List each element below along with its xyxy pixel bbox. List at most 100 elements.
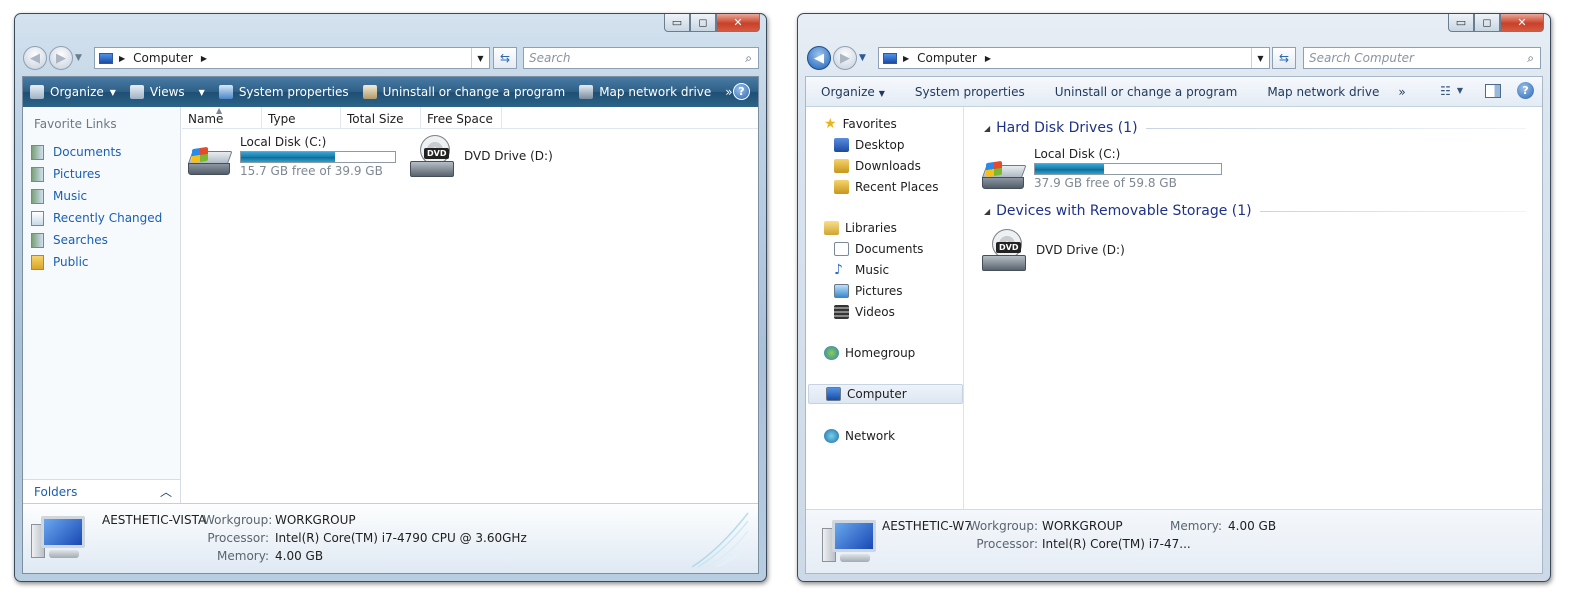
address-dropdown-button[interactable]: ▼ [471, 48, 489, 68]
favorite-link-recently-changed[interactable]: Recently Changed [31, 207, 162, 229]
maximize-button[interactable]: ◻ [690, 14, 716, 32]
column-header-name[interactable]: ▲ Name [182, 106, 262, 128]
breadcrumb-separator-icon[interactable]: ▶ [119, 54, 125, 63]
nav-recent-places[interactable]: Recent Places [834, 177, 938, 197]
search-icon[interactable]: ⌕ [1527, 51, 1534, 66]
chevron-up-icon: ︿ [159, 485, 172, 499]
drive-item-dvd[interactable]: DVD DVD Drive (D:) [410, 135, 553, 179]
nav-computer[interactable]: Computer [808, 384, 963, 404]
explorer-client-area: Organize ▼ System properties Uninstall or… [805, 76, 1543, 574]
search-input[interactable]: Search ⌕ [523, 47, 759, 69]
documents-icon [31, 144, 44, 160]
drive-name: DVD Drive (D:) [464, 149, 553, 163]
address-dropdown-button[interactable]: ▼ [1251, 48, 1269, 68]
forward-button[interactable]: ▶ [833, 46, 857, 70]
toolbar-overflow-button[interactable]: » [1394, 85, 1409, 99]
network-icon [824, 429, 839, 443]
drive-item-dvd[interactable]: DVD DVD Drive (D:) [982, 229, 1125, 273]
uninstall-program-button[interactable]: Uninstall or change a program [356, 85, 573, 99]
breadcrumb-arrow-icon[interactable]: ▶ [201, 54, 207, 63]
forward-button[interactable]: ▶ [49, 46, 73, 70]
workgroup-label: Workgroup: [968, 519, 1038, 533]
help-button[interactable]: ? [733, 83, 750, 100]
column-label: Type [268, 112, 296, 126]
help-button[interactable]: ? [1517, 82, 1534, 99]
close-button[interactable]: ✕ [1500, 14, 1544, 32]
nav-documents[interactable]: Documents [834, 239, 923, 259]
close-button[interactable]: ✕ [716, 14, 760, 32]
back-button[interactable]: ◀ [23, 46, 47, 70]
minimize-button[interactable]: ▭ [664, 14, 690, 32]
workgroup-value: WORKGROUP [275, 513, 356, 527]
recent-pages-dropdown[interactable]: ▼ [859, 53, 866, 63]
folders-toggle[interactable]: Folders ︿ [23, 479, 180, 503]
caption-buttons: ▭ ◻ ✕ [664, 14, 760, 32]
uninstall-program-button[interactable]: Uninstall or change a program [1040, 85, 1253, 99]
back-button[interactable]: ◀ [807, 46, 831, 70]
breadcrumb-arrow-icon[interactable]: ▶ [985, 54, 991, 63]
nav-favorites[interactable]: ★ Favorites [824, 114, 897, 134]
drive-name: DVD Drive (D:) [1036, 243, 1125, 257]
nav-label: Recent Places [855, 180, 939, 194]
pictures-icon [834, 284, 849, 298]
memory-label: Memory: [1170, 519, 1222, 533]
nav-videos[interactable]: Videos [834, 302, 895, 322]
map-network-drive-button[interactable]: Map network drive [572, 85, 718, 99]
breadcrumb-computer[interactable]: Computer [917, 51, 977, 65]
organize-button[interactable]: Organize ▼ [806, 85, 900, 99]
group-header-removable-storage[interactable]: ◢ Devices with Removable Storage (1) [984, 203, 1526, 219]
nav-network[interactable]: Network [824, 426, 895, 446]
computer-icon [826, 387, 841, 401]
system-properties-button[interactable]: System properties [212, 85, 356, 99]
drive-item-local-disk[interactable]: Local Disk (C:) 37.9 GB free of 59.8 GB [981, 147, 1222, 191]
nav-homegroup[interactable]: Homegroup [824, 343, 915, 363]
command-bar: Organize ▼ System properties Uninstall or… [806, 77, 1542, 107]
nav-pictures[interactable]: Pictures [834, 281, 903, 301]
favorite-link-searches[interactable]: Searches [31, 229, 162, 251]
preview-pane-icon[interactable] [1485, 83, 1501, 98]
drive-free-space: 37.9 GB free of 59.8 GB [1034, 176, 1177, 190]
address-bar[interactable]: ▶ Computer ▶ ▼ [94, 47, 490, 69]
change-view-icon[interactable]: ☷ [1440, 84, 1451, 98]
refresh-button[interactable]: ⇆ [1272, 47, 1296, 69]
desktop-icon [834, 138, 849, 152]
refresh-icon: ⇆ [499, 51, 511, 65]
view-options-dropdown[interactable]: ▼ [1457, 86, 1463, 95]
nav-label: Videos [855, 305, 895, 319]
system-properties-button[interactable]: System properties [900, 85, 1040, 99]
vista-explorer-window: ▭ ◻ ✕ ◀ ▶ ▼ ▶ Computer ▶ ▼ ⇆ Search ⌕ Or… [14, 13, 767, 582]
refresh-button[interactable]: ⇆ [493, 47, 517, 69]
organize-label: Organize [50, 85, 104, 99]
search-input[interactable]: Search Computer ⌕ [1303, 47, 1541, 69]
drive-free-space: 15.7 GB free of 39.9 GB [240, 164, 383, 178]
nav-music[interactable]: ♪ Music [834, 260, 889, 280]
collapse-triangle-icon: ◢ [984, 206, 991, 216]
address-bar[interactable]: ▶ Computer ▶ ▼ [878, 47, 1270, 69]
group-header-hard-disk-drives[interactable]: ◢ Hard Disk Drives (1) [984, 120, 1526, 136]
nav-libraries[interactable]: Libraries [824, 218, 897, 238]
organize-button[interactable]: Organize ▼ [23, 85, 123, 99]
map-network-drive-button[interactable]: Map network drive [1252, 85, 1394, 99]
views-label: Views [149, 85, 185, 99]
breadcrumb-computer[interactable]: Computer [133, 51, 193, 65]
homegroup-icon [824, 346, 839, 360]
back-arrow-icon: ◀ [30, 50, 40, 66]
favorite-link-public[interactable]: Public [31, 251, 162, 273]
nav-desktop[interactable]: Desktop [834, 135, 905, 155]
minimize-button[interactable]: ▭ [1448, 14, 1474, 32]
hard-disk-icon [187, 143, 233, 177]
nav-downloads[interactable]: Downloads [834, 156, 921, 176]
maximize-button[interactable]: ◻ [1474, 14, 1500, 32]
views-button[interactable]: Views ▼ [123, 85, 212, 99]
nav-label: Homegroup [845, 346, 916, 360]
favorite-link-music[interactable]: Music [31, 185, 162, 207]
recent-pages-dropdown[interactable]: ▼ [75, 53, 82, 63]
breadcrumb-separator-icon[interactable]: ▶ [903, 54, 909, 63]
drive-item-local-disk[interactable]: Local Disk (C:) 15.7 GB free of 39.9 GB [187, 135, 396, 178]
column-header-type[interactable]: Type [262, 107, 341, 128]
search-icon[interactable]: ⌕ [745, 51, 752, 66]
column-header-total-size[interactable]: Total Size [341, 107, 421, 128]
favorite-link-documents[interactable]: Documents [31, 141, 162, 163]
favorite-link-pictures[interactable]: Pictures [31, 163, 162, 185]
column-header-free-space[interactable]: Free Space [421, 107, 502, 128]
